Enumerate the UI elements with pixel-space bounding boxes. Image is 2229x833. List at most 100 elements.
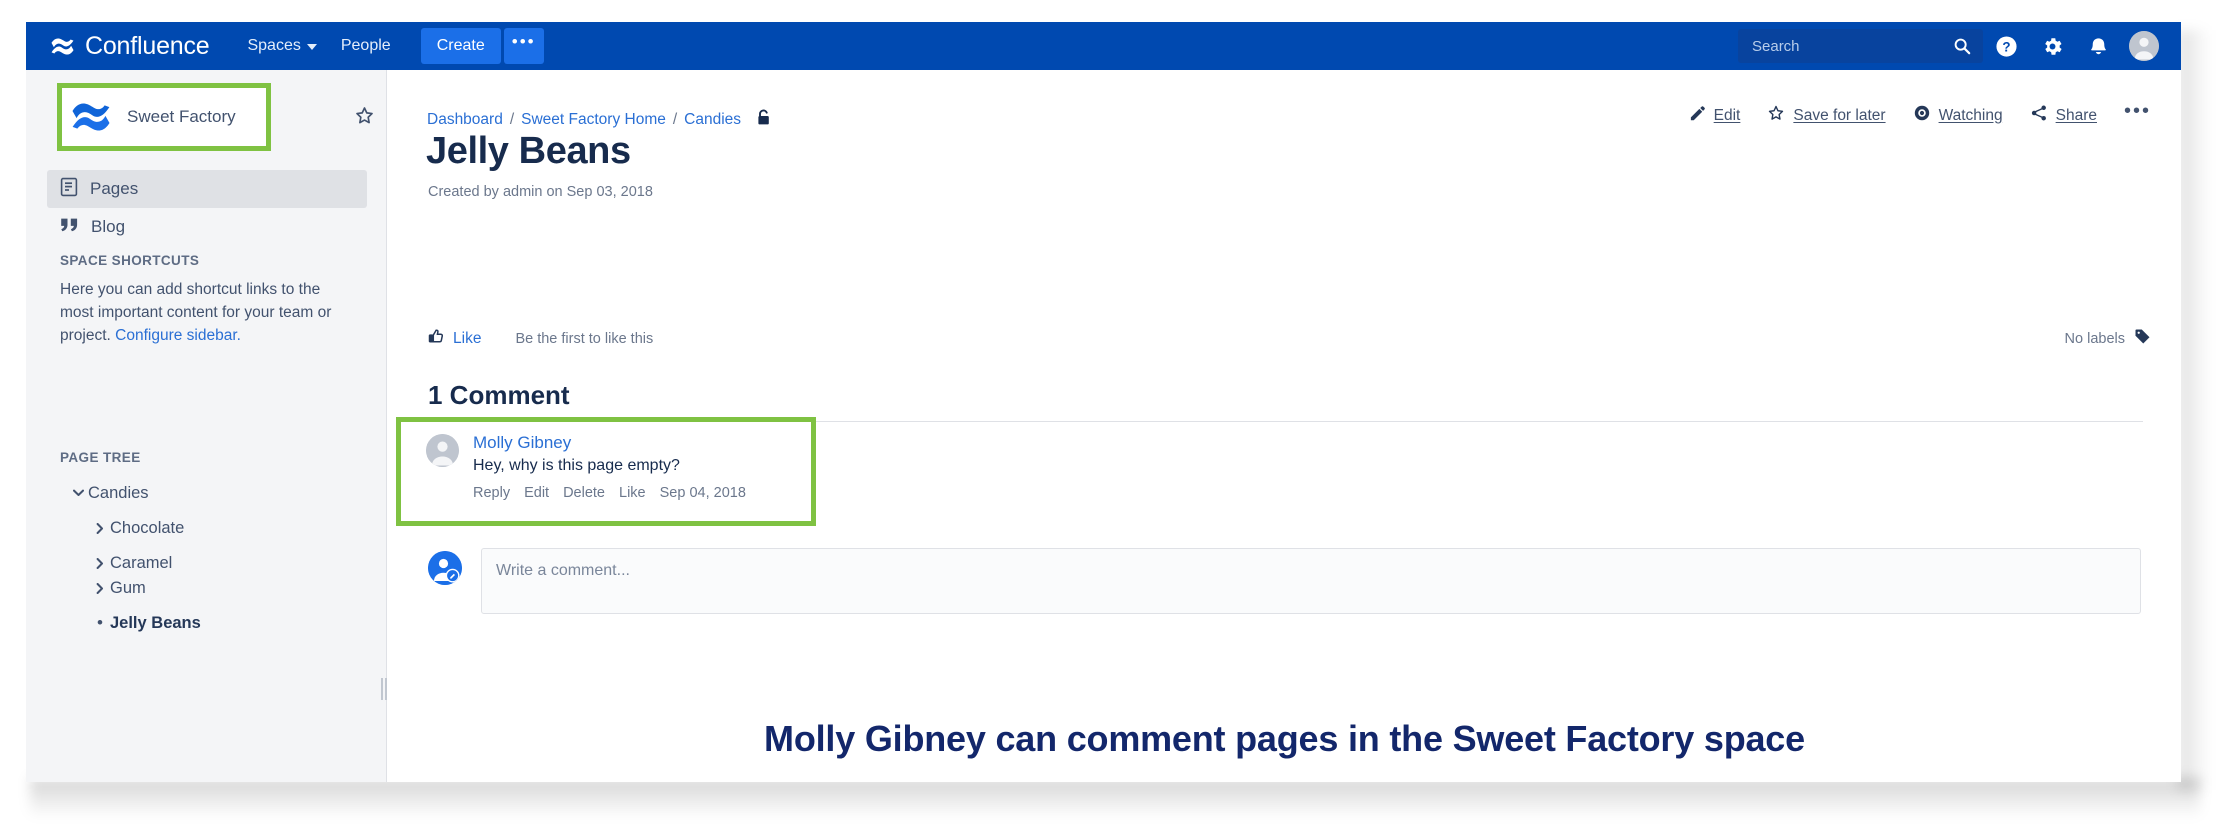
- confluence-space-avatar-icon: [67, 93, 115, 141]
- sidebar-item-blog-label: Blog: [91, 217, 126, 236]
- confluence-app-window: Confluence Spaces People Create ••• Sear…: [26, 22, 2181, 782]
- help-icon[interactable]: ?: [1983, 22, 2029, 70]
- confluence-logo-icon: [50, 34, 75, 59]
- share-button[interactable]: Share: [2030, 104, 2097, 127]
- page-tree-item-chocolate[interactable]: Chocolate: [90, 515, 184, 541]
- page-more-actions-button[interactable]: •••: [2124, 101, 2151, 124]
- search-input[interactable]: [1738, 37, 1938, 55]
- chevron-down-icon: [306, 44, 317, 50]
- search-box[interactable]: [1738, 29, 1983, 63]
- watching-label: Watching: [1938, 106, 2003, 124]
- breadcrumb-separator: /: [672, 111, 678, 128]
- edit-label: Edit: [1713, 106, 1741, 124]
- save-for-later-label: Save for later: [1793, 106, 1886, 124]
- space-shortcuts-heading: SPACE SHORTCUTS: [60, 253, 200, 268]
- page-actions-toolbar: Edit Save for later Watching Share •••: [1689, 101, 2151, 127]
- page-tree-item-caramel[interactable]: Caramel: [90, 550, 172, 576]
- breadcrumb: Dashboard / Sweet Factory Home / Candies: [427, 109, 771, 131]
- space-name-label: Sweet Factory: [127, 107, 236, 126]
- page-document-icon: [60, 177, 78, 202]
- comment-edit-button[interactable]: Edit: [524, 485, 549, 501]
- drop-shadow-bottom: [30, 778, 2200, 818]
- like-label: Like: [453, 330, 482, 347]
- eye-icon: [1913, 104, 1931, 127]
- sidebar-item-pages-label: Pages: [90, 179, 139, 198]
- star-outline-icon[interactable]: [354, 105, 375, 131]
- page-title: Jelly Beans: [426, 130, 631, 172]
- like-button[interactable]: Like: [428, 328, 481, 350]
- screenshot-frame: Confluence Spaces People Create ••• Sear…: [0, 0, 2229, 833]
- page-tree-label: Gum: [110, 578, 146, 597]
- comment-body: Molly Gibney Hey, why is this page empty…: [426, 432, 746, 501]
- gear-icon[interactable]: [2029, 22, 2075, 70]
- bullet-dot-icon: •: [97, 613, 103, 632]
- comment-reply-button[interactable]: Reply: [473, 485, 510, 501]
- nav-item-people[interactable]: People: [329, 22, 403, 70]
- breadcrumb-item-sweet-factory-home[interactable]: Sweet Factory Home: [521, 111, 666, 129]
- share-label: Share: [2055, 106, 2097, 124]
- labels-text: No labels: [2064, 331, 2125, 347]
- top-navigation-bar: Confluence Spaces People Create ••• Sear…: [26, 22, 2181, 70]
- confluence-brand[interactable]: Confluence: [50, 31, 210, 60]
- comment-content: Molly Gibney Hey, why is this page empty…: [473, 432, 746, 501]
- chevron-right-icon[interactable]: [90, 582, 110, 594]
- save-for-later-button[interactable]: Save for later: [1767, 104, 1886, 127]
- chevron-right-icon[interactable]: [90, 557, 110, 569]
- comment-like-button[interactable]: Like: [619, 485, 646, 501]
- page-tree-heading: PAGE TREE: [60, 450, 141, 465]
- configure-sidebar-link[interactable]: Configure sidebar.: [115, 327, 241, 344]
- sidebar-item-pages[interactable]: Pages: [47, 170, 367, 208]
- chevron-right-icon[interactable]: [90, 522, 110, 534]
- page-tree-label: Caramel: [110, 553, 173, 572]
- chevron-down-icon[interactable]: [68, 489, 88, 497]
- user-avatar-icon[interactable]: [426, 434, 459, 467]
- share-icon: [2030, 104, 2048, 127]
- page-byline: Created by admin on Sep 03, 2018: [428, 184, 653, 200]
- pencil-icon: [1689, 105, 1706, 127]
- create-button[interactable]: Create: [420, 28, 501, 64]
- comment-text: Hey, why is this page empty?: [473, 457, 680, 475]
- comment-actions: Reply Edit Delete Like Sep 04, 2018: [473, 485, 746, 501]
- star-outline-icon: [1767, 104, 1785, 127]
- page-tree-item-gum[interactable]: Gum: [90, 575, 146, 601]
- top-nav-right-group: ?: [1738, 22, 2159, 70]
- edit-button[interactable]: Edit: [1689, 105, 1741, 127]
- page-tree-item-jelly-beans[interactable]: • Jelly Beans: [90, 610, 201, 636]
- page-tree-label: Chocolate: [110, 518, 185, 537]
- comment-composer-placeholder: Write a comment...: [496, 562, 630, 579]
- user-avatar-icon[interactable]: [2129, 31, 2159, 61]
- brand-name: Confluence: [85, 31, 210, 60]
- comments-heading: 1 Comment: [428, 380, 570, 410]
- quote-icon: [60, 216, 79, 239]
- breadcrumb-separator: /: [509, 111, 515, 128]
- unlocked-padlock-icon[interactable]: [756, 109, 771, 131]
- space-shortcuts-description: Here you can add shortcut links to the m…: [60, 279, 352, 348]
- resize-grip-icon: [384, 678, 387, 700]
- tag-icon[interactable]: [2134, 328, 2151, 350]
- nav-more-button[interactable]: •••: [503, 28, 544, 64]
- like-hint-text: Be the first to like this: [515, 331, 654, 347]
- comment-author-link[interactable]: Molly Gibney: [473, 432, 746, 453]
- breadcrumb-item-candies[interactable]: Candies: [684, 111, 741, 129]
- like-bar: Like Be the first to like this: [428, 328, 653, 350]
- breadcrumb-item-dashboard[interactable]: Dashboard: [427, 111, 503, 129]
- watching-button[interactable]: Watching: [1913, 104, 2003, 127]
- comment-delete-button[interactable]: Delete: [563, 485, 605, 501]
- thumbs-up-icon: [428, 328, 445, 350]
- svg-text:?: ?: [2002, 39, 2010, 54]
- comment-composer[interactable]: Write a comment...: [481, 548, 2141, 614]
- page-tree-label: Candies: [88, 483, 149, 502]
- space-header[interactable]: Sweet Factory: [57, 83, 271, 151]
- comment-date: Sep 04, 2018: [659, 485, 746, 502]
- notification-bell-icon[interactable]: [2075, 22, 2121, 70]
- resize-grip-icon: [381, 678, 383, 700]
- page-tree-label: Jelly Beans: [110, 613, 201, 632]
- comment-item: Molly Gibney Hey, why is this page empty…: [396, 417, 816, 526]
- sidebar-item-blog[interactable]: Blog: [47, 208, 367, 246]
- page-tree-item-candies[interactable]: Candies: [68, 480, 149, 506]
- drop-shadow-right: [2178, 30, 2210, 790]
- search-icon[interactable]: [1953, 37, 1971, 60]
- labels-area[interactable]: No labels: [2065, 328, 2151, 350]
- nav-people-label: People: [340, 37, 391, 54]
- nav-item-spaces[interactable]: Spaces: [235, 22, 328, 70]
